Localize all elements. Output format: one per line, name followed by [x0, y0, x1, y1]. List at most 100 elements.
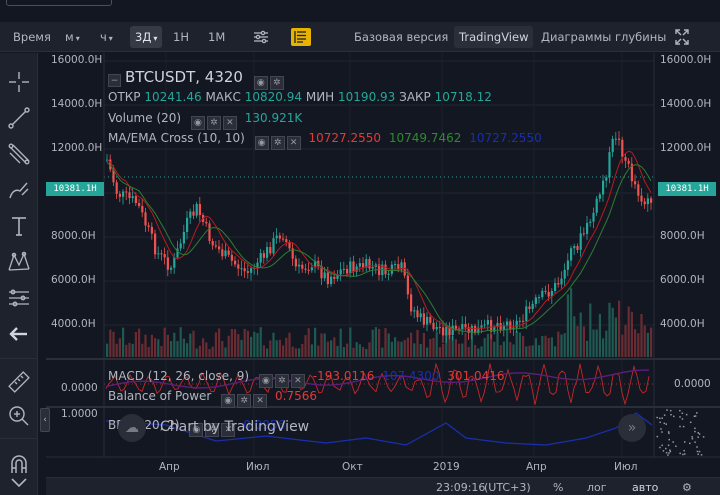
- indicators-settings-button[interactable]: [248, 26, 274, 48]
- time-axis-label: Июл: [614, 461, 638, 473]
- fullscreen-button[interactable]: [670, 26, 694, 48]
- volume-bar: [288, 332, 291, 357]
- study-template-button[interactable]: [286, 26, 316, 48]
- eye-icon[interactable]: ◉: [221, 394, 236, 408]
- back-arrow-icon[interactable]: [6, 321, 32, 347]
- close-icon[interactable]: ✕: [290, 374, 305, 388]
- candle-body: [138, 203, 141, 206]
- depth-charts-button[interactable]: Диаграммы глубины: [536, 26, 671, 48]
- volume-bar: [592, 329, 595, 357]
- prediction-tool-icon[interactable]: [6, 285, 32, 311]
- basic-version-button[interactable]: Базовая версия: [349, 26, 453, 48]
- collapse-legend-button[interactable]: −: [108, 74, 121, 87]
- volume-bar: [509, 342, 512, 357]
- interval-3d-label: 3Д: [135, 30, 152, 44]
- volume-bar: [355, 342, 358, 357]
- candle-body: [240, 268, 243, 270]
- crosshair-icon[interactable]: [6, 69, 32, 95]
- volume-bar: [627, 306, 630, 357]
- chart-settings-button[interactable]: ⚙: [682, 480, 692, 495]
- chevron-down-icon: ▾: [75, 34, 80, 43]
- candle-body: [611, 138, 614, 153]
- noise-dot: [694, 441, 696, 443]
- ohlc-legend: ОТКР 10241.46 МАКС 10820.94 МИН 10190.93…: [108, 89, 492, 105]
- noise-dot: [669, 450, 672, 453]
- candle-body: [621, 139, 624, 158]
- zoom-in-icon[interactable]: [6, 403, 32, 429]
- fullscreen-icon: [675, 29, 689, 45]
- volume-bar: [253, 331, 256, 357]
- volume-bar: [474, 344, 477, 357]
- volume-bar: [493, 341, 496, 357]
- close-icon[interactable]: ✕: [222, 116, 237, 130]
- volume-bar: [397, 341, 400, 357]
- volume-bars: [106, 288, 653, 357]
- trend-line-icon[interactable]: [6, 105, 32, 131]
- volume-bar: [394, 337, 397, 357]
- macd-axis-label: 0.0000: [61, 382, 98, 394]
- text-tool-icon[interactable]: [6, 213, 32, 239]
- scroll-right-icon[interactable]: »: [618, 414, 646, 442]
- minutes-label: м: [65, 30, 74, 44]
- candle-body: [214, 245, 217, 247]
- close-icon[interactable]: ✕: [253, 394, 268, 408]
- candle-body: [128, 192, 131, 199]
- gear-icon[interactable]: ✲: [237, 394, 252, 408]
- ruler-icon[interactable]: [6, 369, 32, 395]
- volume-bar: [403, 339, 406, 357]
- minutes-dropdown[interactable]: м ▾: [60, 26, 85, 48]
- open-label: ОТКР: [108, 90, 141, 104]
- interval-3d-button[interactable]: 3Д ▾: [130, 26, 163, 48]
- noise-dot: [665, 451, 668, 454]
- volume-bar: [362, 346, 365, 357]
- price-axis-label: 16000.0Н: [51, 54, 103, 66]
- eye-icon[interactable]: ◉: [253, 76, 268, 90]
- close-icon[interactable]: ✕: [286, 136, 301, 150]
- interval-1w-button[interactable]: 1Н: [168, 26, 194, 48]
- volume-bar: [352, 347, 355, 357]
- auto-toggle[interactable]: авто: [632, 480, 658, 495]
- candle-body: [624, 157, 627, 161]
- tool-divider: [0, 438, 37, 439]
- interval-1m-button[interactable]: 1М: [203, 26, 230, 48]
- volume-bar: [336, 345, 339, 357]
- cloud-icon[interactable]: ☁: [118, 414, 146, 442]
- bop-legend: Balance of Power ◉ ✲ ✕ 0.7566: [108, 388, 317, 408]
- price-axis-label: 8000.0Н: [660, 230, 705, 242]
- gear-icon[interactable]: ✲: [269, 76, 284, 90]
- price-axis-label: 16000.0Н: [660, 54, 712, 66]
- candle-body: [186, 217, 189, 232]
- chart-area[interactable]: 16000.0Н 14000.0Н 12000.0Н 8000.0Н 6000.…: [46, 53, 720, 477]
- volume-bar: [333, 337, 336, 357]
- tradingview-button[interactable]: TradingView: [454, 26, 534, 48]
- bottom-bar: 23:09:16 (UTC+3) % лог авто ⚙: [46, 477, 720, 495]
- eye-icon[interactable]: ◉: [254, 136, 269, 150]
- macd-axis-label: 0.0000: [674, 378, 711, 390]
- brush-icon[interactable]: [6, 177, 32, 203]
- clock-time: 23:09:16: [436, 481, 486, 494]
- candle-body: [614, 138, 617, 140]
- volume-bar: [605, 330, 608, 357]
- pattern-tool-icon[interactable]: [6, 249, 32, 275]
- timezone-button[interactable]: (UTC+3): [484, 480, 531, 495]
- candle-body: [134, 196, 137, 204]
- fib-tool-icon[interactable]: [6, 141, 32, 167]
- candle-body: [246, 271, 249, 273]
- volume-bar: [518, 332, 521, 357]
- volume-bar: [198, 345, 201, 357]
- hours-dropdown[interactable]: ч ▾: [95, 26, 118, 48]
- volume-bar: [416, 329, 419, 357]
- gear-icon[interactable]: ✲: [206, 116, 221, 130]
- log-toggle[interactable]: лог: [587, 480, 607, 495]
- gear-icon[interactable]: ✲: [274, 374, 289, 388]
- noise-dot: [698, 450, 701, 453]
- chevron-down-icon[interactable]: [6, 473, 32, 493]
- gear-icon[interactable]: ✲: [270, 136, 285, 150]
- volume-bar: [298, 348, 301, 357]
- eye-icon[interactable]: ◉: [258, 374, 273, 388]
- candle-body: [342, 268, 345, 270]
- eye-icon[interactable]: ◉: [190, 116, 205, 130]
- noise-dot: [700, 454, 703, 456]
- percent-toggle[interactable]: %: [553, 480, 563, 495]
- volume-bar: [426, 347, 429, 357]
